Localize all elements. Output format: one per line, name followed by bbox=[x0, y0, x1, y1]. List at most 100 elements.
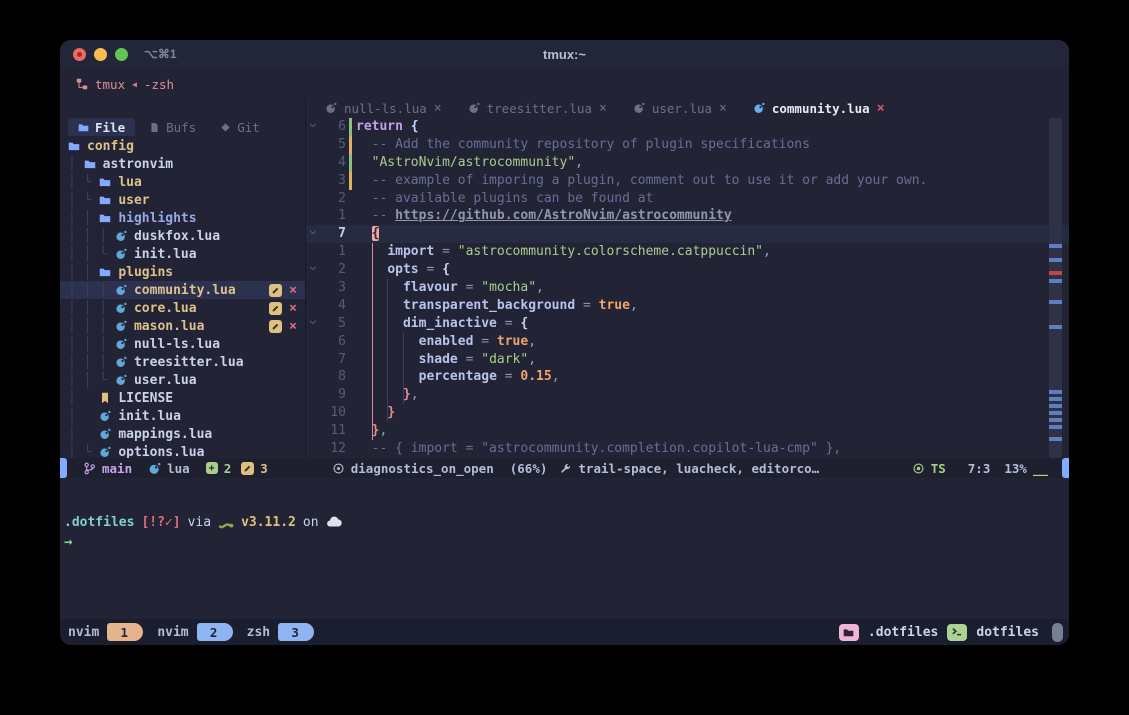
code-line[interactable]: 7 { bbox=[306, 225, 1069, 243]
code-text: -- Add the community repository of plugi… bbox=[356, 136, 1069, 154]
unstaged-x-icon: × bbox=[289, 319, 297, 334]
terminal-tab[interactable]: tmux ◀ -zsh bbox=[76, 74, 174, 94]
fold-chevron-icon[interactable] bbox=[306, 261, 320, 279]
fold-chevron-icon[interactable] bbox=[306, 315, 320, 333]
code-line[interactable]: 8 percentage = 0.15, bbox=[306, 368, 1069, 386]
explorer-tab-file[interactable]: File bbox=[68, 118, 135, 136]
filetype-segment: lua bbox=[148, 461, 190, 476]
buffer-tab-null-ls-lua[interactable]: null-ls.lua× bbox=[315, 98, 452, 118]
buffer-tab-user-lua[interactable]: user.lua× bbox=[623, 98, 737, 118]
git-branch-segment[interactable]: main bbox=[83, 461, 132, 476]
code-line[interactable]: 4 transparent_background = true, bbox=[306, 297, 1069, 315]
line-number: 2 bbox=[320, 261, 346, 279]
code-line[interactable]: 9 }, bbox=[306, 386, 1069, 404]
folder-icon bbox=[68, 140, 80, 152]
tree-item-mappings-lua[interactable]: │ mappings.lua bbox=[60, 425, 305, 443]
tree-item-astronvim[interactable]: │ astronvim bbox=[60, 155, 305, 173]
buffer-close-icon[interactable]: × bbox=[719, 101, 727, 116]
tree-item-init-lua[interactable]: │ │ └ init.lua bbox=[60, 245, 305, 263]
code-line[interactable]: 4 "AstroNvim/astrocommunity", bbox=[306, 154, 1069, 172]
tree-item-init-lua[interactable]: │ init.lua bbox=[60, 407, 305, 425]
code-text: -- https://github.com/AstroNvim/astrocom… bbox=[356, 207, 1069, 225]
buffer-close-icon[interactable]: × bbox=[599, 101, 607, 116]
tree-item-mason-lua[interactable]: │ │ │ mason.lua× bbox=[60, 317, 305, 335]
tmux-window-1[interactable]: nvim1 bbox=[68, 623, 143, 641]
code-line[interactable]: 2 -- available plugins can be found at bbox=[306, 190, 1069, 208]
explorer-tab-git[interactable]: Git bbox=[210, 118, 270, 136]
buffer-tab-community-lua[interactable]: community.lua× bbox=[743, 98, 895, 118]
explorer-tab-bufs[interactable]: Bufs bbox=[139, 118, 206, 136]
scrollbar-change-mark bbox=[1049, 425, 1062, 429]
tree-item-label: config bbox=[87, 139, 134, 154]
tree-item-core-lua[interactable]: │ │ │ core.lua× bbox=[60, 299, 305, 317]
tree-item-lua[interactable]: │ └ lua bbox=[60, 173, 305, 191]
folder-icon bbox=[99, 266, 111, 278]
tree-item-treesitter-lua[interactable]: │ │ │ treesitter.lua bbox=[60, 353, 305, 371]
tree-item-user-lua[interactable]: │ │ └ user.lua bbox=[60, 371, 305, 389]
tree-guides: │ └ bbox=[68, 193, 99, 208]
tmux-window-3[interactable]: zsh3 bbox=[247, 623, 314, 641]
target-icon bbox=[332, 462, 345, 475]
tree-item-plugins[interactable]: │ │ plugins bbox=[60, 263, 305, 281]
scrollbar-change-mark bbox=[1049, 325, 1062, 329]
prompt-cursor-arrow: → bbox=[64, 534, 72, 550]
code-token bbox=[356, 387, 403, 402]
tree-item-null-ls-lua[interactable]: │ │ │ null-ls.lua bbox=[60, 335, 305, 353]
tree-item-duskfox-lua[interactable]: │ │ │ duskfox.lua bbox=[60, 227, 305, 245]
shell-pane[interactable]: .dotfiles [!?✓] via v3.11.2 on → bbox=[60, 478, 1069, 619]
code-token: = bbox=[419, 262, 442, 277]
fold-chevron-icon[interactable] bbox=[306, 225, 320, 243]
code-text: enabled = true, bbox=[356, 333, 1069, 351]
code-token: "AstroNvim/astrocommunity" bbox=[372, 155, 576, 170]
buffer-close-icon[interactable]: × bbox=[434, 101, 442, 116]
line-number: 3 bbox=[320, 172, 346, 190]
buffer-tab-treesitter-lua[interactable]: treesitter.lua× bbox=[458, 98, 617, 118]
tree-item-config[interactable]: config bbox=[60, 137, 305, 155]
tree-guides: │ │ bbox=[68, 265, 99, 280]
modified-badge-icon bbox=[269, 320, 282, 333]
code-line[interactable]: 5 dim_inactive = { bbox=[306, 315, 1069, 333]
tree-item-user[interactable]: │ └ user bbox=[60, 191, 305, 209]
code-line[interactable]: 2 opts = { bbox=[306, 261, 1069, 279]
code-text: -- available plugins can be found at bbox=[356, 190, 1069, 208]
lua-file-icon bbox=[753, 102, 765, 114]
tree-item-highlights[interactable]: │ │ highlights bbox=[60, 209, 305, 227]
lsp-progress-segment: (66%) bbox=[510, 461, 548, 476]
diagnostics-segment: diagnostics_on_open bbox=[332, 461, 494, 476]
file-explorer: FileBufsGit config│ astronvim│ └ lua│ └ … bbox=[60, 118, 305, 458]
scrollbar-change-mark bbox=[1049, 397, 1062, 401]
git-added-icon: + bbox=[206, 462, 218, 474]
folder-icon bbox=[78, 122, 89, 133]
code-line[interactable]: 7 shade = "dark", bbox=[306, 351, 1069, 369]
indent-guide-line bbox=[403, 333, 404, 405]
code-line[interactable]: 5 -- Add the community repository of plu… bbox=[306, 136, 1069, 154]
fold-chevron-icon[interactable] bbox=[306, 118, 320, 136]
code-line[interactable]: 3 -- example of imporing a plugin, comme… bbox=[306, 172, 1069, 190]
code-line[interactable]: 12 -- { import = "astrocommunity.complet… bbox=[306, 440, 1069, 458]
tree-item-LICENSE[interactable]: │ LICENSE bbox=[60, 389, 305, 407]
code-line[interactable]: 1 import = "astrocommunity.colorscheme.c… bbox=[306, 243, 1069, 261]
scrollbar-change-mark bbox=[1049, 390, 1062, 394]
code-line[interactable]: 3 flavour = "mocha", bbox=[306, 279, 1069, 297]
tree-item-label: lua bbox=[118, 175, 141, 190]
folder-icon bbox=[99, 176, 111, 188]
tree-item-label: community.lua bbox=[134, 283, 236, 298]
code-line[interactable]: 10 } bbox=[306, 404, 1069, 422]
tree-guides: │ └ bbox=[68, 445, 99, 459]
code-line[interactable]: 6return { bbox=[306, 118, 1069, 136]
code-editor[interactable]: 6return {5 -- Add the community reposito… bbox=[306, 118, 1069, 458]
code-line[interactable]: 6 enabled = true, bbox=[306, 333, 1069, 351]
git-sign-add bbox=[349, 118, 352, 136]
terminal-tab-arrow-icon: ◀ bbox=[132, 80, 137, 89]
tmux-window-2[interactable]: nvim2 bbox=[157, 623, 232, 641]
code-token: import bbox=[387, 244, 434, 259]
editor-scrollbar[interactable] bbox=[1049, 118, 1062, 458]
terminal-badge-icon bbox=[947, 624, 967, 641]
tree-item-options-lua[interactable]: │ └ options.lua bbox=[60, 443, 305, 458]
tree-item-community-lua[interactable]: │ │ │ community.lua× bbox=[60, 281, 305, 299]
tree-item-label: duskfox.lua bbox=[134, 229, 220, 244]
editor-cursor[interactable]: { bbox=[372, 226, 380, 241]
code-line[interactable]: 11 }, bbox=[306, 422, 1069, 440]
code-line[interactable]: 1 -- https://github.com/AstroNvim/astroc… bbox=[306, 207, 1069, 225]
buffer-close-icon[interactable]: × bbox=[877, 101, 885, 116]
